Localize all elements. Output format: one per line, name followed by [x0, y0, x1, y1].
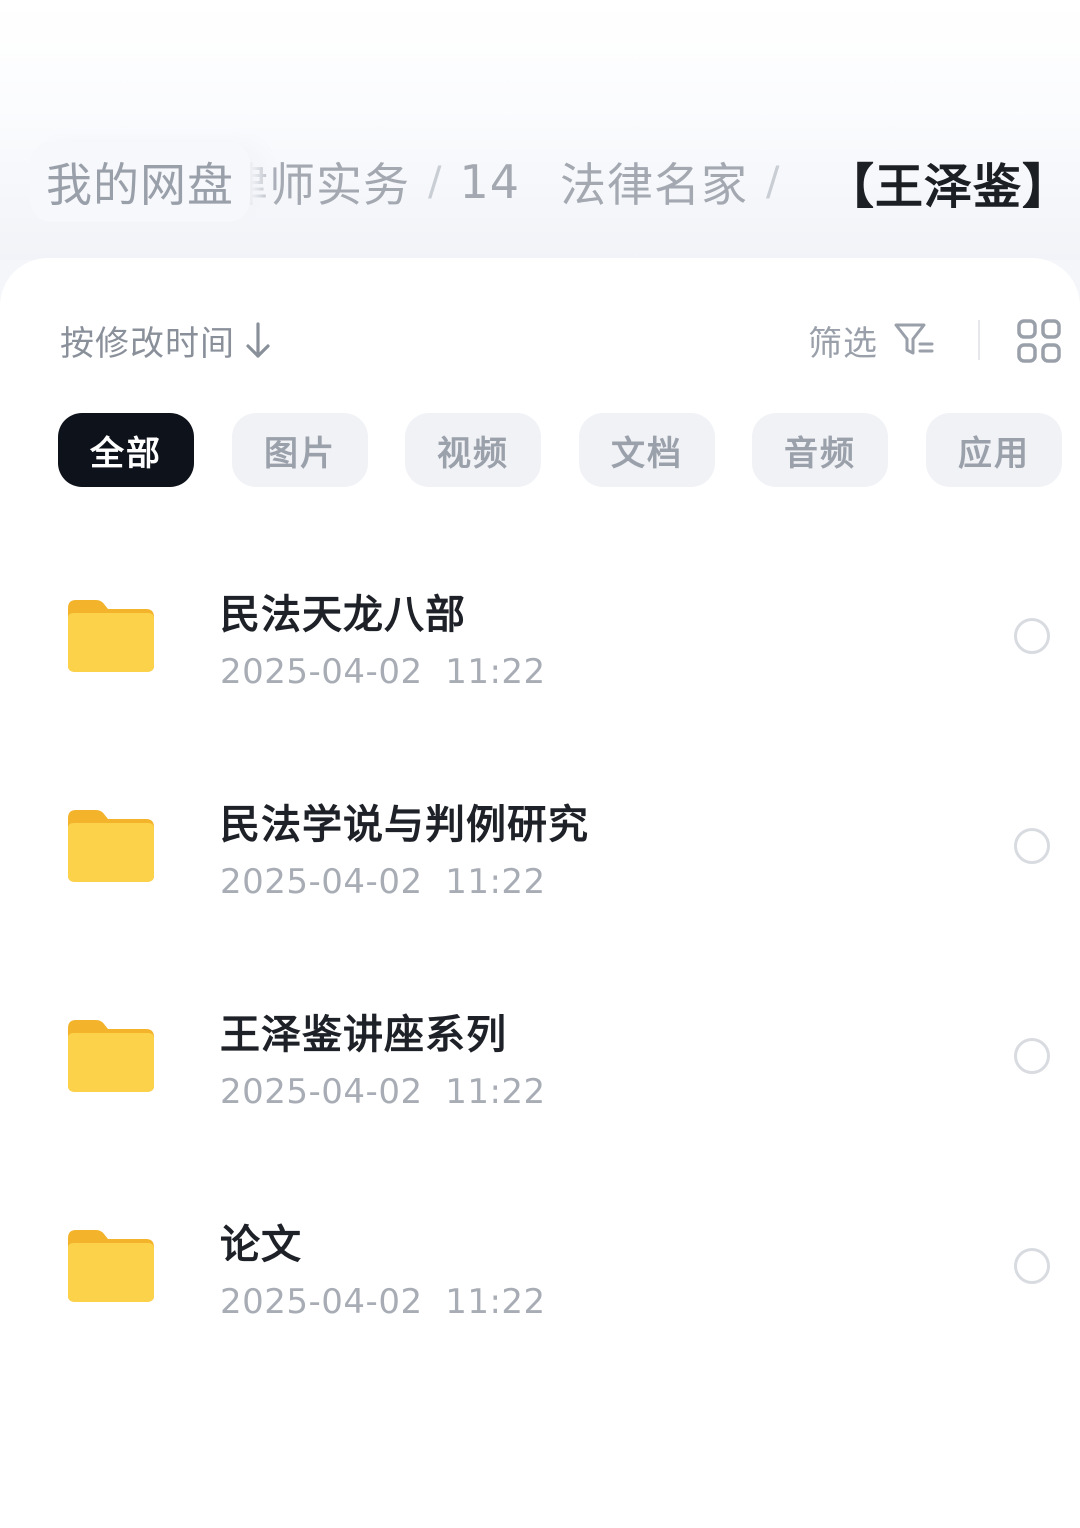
folder-icon: [68, 810, 154, 882]
breadcrumb-current: 【王泽鉴】: [826, 159, 1072, 215]
select-radio[interactable]: [1014, 1038, 1050, 1074]
file-modified-time: 2025-04-02 11:22: [220, 1282, 546, 1322]
select-radio[interactable]: [1014, 1248, 1050, 1284]
tab-documents[interactable]: 文档: [579, 413, 715, 487]
grid-view-icon[interactable]: [1014, 316, 1064, 366]
tab-all[interactable]: 全部: [58, 413, 194, 487]
file-name: 民法学说与判例研究: [220, 802, 589, 848]
breadcrumb-separator: /: [766, 159, 780, 205]
list-item[interactable]: 王泽鉴讲座系列 2025-04-02 11:22: [0, 960, 1080, 1150]
select-radio[interactable]: [1014, 828, 1050, 864]
file-name: 论文: [220, 1222, 302, 1268]
toolbar-divider: [978, 320, 980, 360]
category-tabs: 全部 图片 视频 文档 音频 应用: [58, 413, 1068, 489]
breadcrumb-root-label: 我的网盘: [46, 158, 234, 212]
list-item[interactable]: 民法天龙八部 2025-04-02 11:22: [0, 540, 1080, 730]
breadcrumb-item-lawyer-practice[interactable]: 律师实务: [222, 149, 410, 215]
breadcrumb-separator: /: [428, 159, 442, 205]
list-item[interactable]: 民法学说与判例研究 2025-04-02 11:22: [0, 750, 1080, 940]
breadcrumb: 我的网盘 律师实务 / 14 法律名家 / 【王泽鉴】: [0, 130, 1080, 240]
folder-icon: [68, 600, 154, 672]
tab-apps[interactable]: 应用: [926, 413, 1062, 487]
file-modified-time: 2025-04-02 11:22: [220, 652, 546, 692]
folder-icon: [68, 1020, 154, 1092]
filter-label: 筛选: [808, 323, 878, 364]
tab-videos[interactable]: 视频: [405, 413, 541, 487]
select-radio[interactable]: [1014, 618, 1050, 654]
file-modified-time: 2025-04-02 11:22: [220, 1072, 546, 1112]
file-name: 民法天龙八部: [220, 592, 466, 638]
list-item[interactable]: 论文 2025-04-02 11:22: [0, 1170, 1080, 1360]
file-list-panel: 按修改时间 筛选 全部 图片 视频 文档 音频 应用 民法天龙八部 2025-0…: [0, 258, 1080, 1528]
tab-audio[interactable]: 音频: [752, 413, 888, 487]
breadcrumb-item-legal-masters[interactable]: 法律名家: [560, 149, 748, 215]
tab-images[interactable]: 图片: [232, 413, 368, 487]
sort-button[interactable]: 按修改时间: [60, 316, 273, 364]
breadcrumb-item-14[interactable]: 14: [459, 155, 520, 209]
filter-icon: [894, 323, 934, 355]
file-name: 王泽鉴讲座系列: [220, 1012, 507, 1058]
breadcrumb-root-my-drive[interactable]: 我的网盘: [30, 142, 250, 222]
filter-button[interactable]: 筛选: [808, 316, 936, 364]
sort-label: 按修改时间: [60, 323, 235, 364]
breadcrumb-trail: 律师实务 / 14 法律名家 /: [222, 142, 798, 222]
folder-icon: [68, 1230, 154, 1302]
file-modified-time: 2025-04-02 11:22: [220, 862, 546, 902]
arrow-down-icon: [246, 322, 270, 358]
